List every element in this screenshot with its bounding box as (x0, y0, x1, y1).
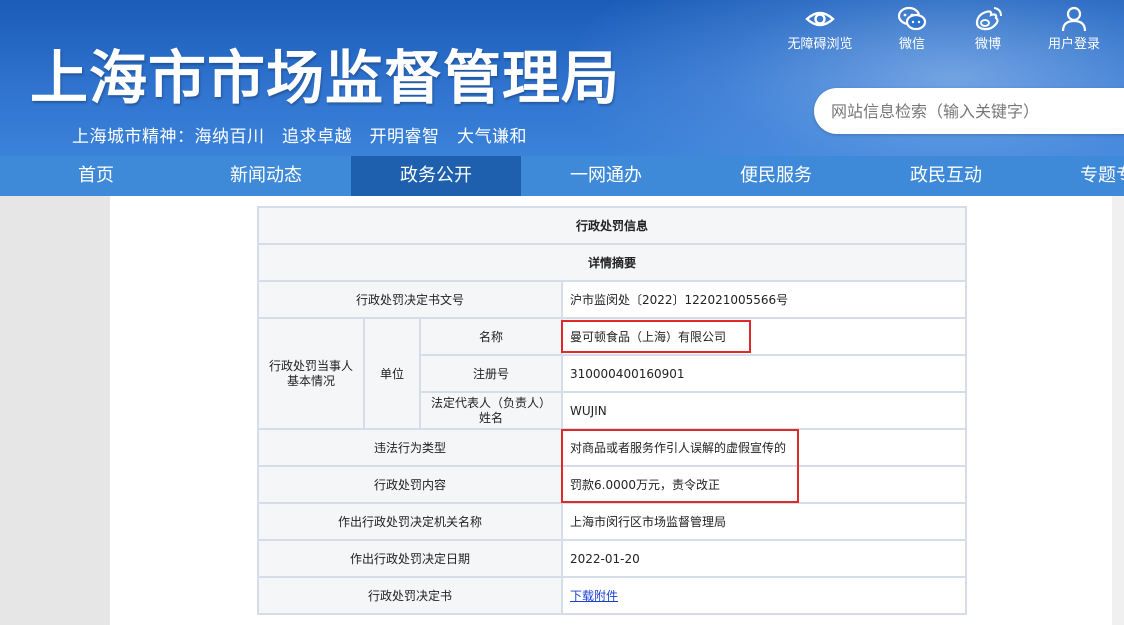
violation-type-label: 违法行为类型 (257, 428, 563, 467)
table-title: 行政处罚信息 (256, 206, 968, 245)
weibo-link[interactable]: 微博 (950, 6, 1026, 52)
user-login-link[interactable]: 用户登录 (1036, 6, 1112, 52)
weibo-icon (975, 7, 1002, 31)
legal-rep-label: 法定代表人（负责人）姓名 (419, 391, 563, 430)
table-row: 行政处罚决定书文号 沪市监闵处〔2022〕122021005566号 (257, 280, 968, 319)
page-scrollbar[interactable] (1112, 196, 1124, 625)
eye-icon (805, 11, 835, 27)
decision-no-value: 沪市监闵处〔2022〕122021005566号 (560, 280, 968, 319)
accessibility-link[interactable]: 无障碍浏览 (782, 6, 858, 52)
search-input[interactable] (814, 88, 1124, 134)
nav-online-services[interactable]: 一网通办 (521, 156, 691, 196)
reg-no-label: 注册号 (419, 354, 563, 393)
wechat-link[interactable]: 微信 (874, 6, 950, 52)
accessibility-label: 无障碍浏览 (787, 37, 853, 52)
decision-date-label: 作出行政处罚决定日期 (257, 539, 563, 578)
nav-government-affairs[interactable]: 政务公开 (351, 156, 521, 196)
download-attachment-link[interactable]: 下载附件 (570, 589, 618, 603)
decision-no-label: 行政处罚决定书文号 (257, 280, 563, 319)
user-icon (1061, 6, 1087, 32)
city-slogan: 上海城市精神：海纳百川 追求卓越 开明睿智 大气谦和 (72, 127, 527, 147)
decision-doc-cell: 下载附件 (560, 576, 968, 615)
nav-home[interactable]: 首页 (11, 156, 181, 196)
name-label: 名称 (419, 317, 563, 356)
unit-label: 单位 (363, 317, 421, 430)
table-subtitle: 详情摘要 (256, 243, 968, 282)
nav-special-topics[interactable]: 专题专栏 (1031, 156, 1124, 196)
highlight-box-violation (561, 429, 799, 503)
site-title[interactable]: 上海市市场监督管理局 (30, 42, 620, 114)
wechat-label: 微信 (898, 37, 925, 52)
nav-public-services[interactable]: 便民服务 (691, 156, 861, 196)
table-row: 作出行政处罚决定日期 2022-01-20 (257, 539, 968, 578)
legal-rep-value: WUJIN (560, 391, 968, 430)
table-row: 作出行政处罚决定机关名称 上海市闵行区市场监督管理局 (257, 502, 968, 541)
site-header: 上海市市场监督管理局 上海城市精神：海纳百川 追求卓越 开明睿智 大气谦和 无障… (0, 0, 1124, 156)
site-search-box (814, 88, 1124, 134)
decision-date-value: 2022-01-20 (560, 539, 968, 578)
penalty-info-table: 行政处罚信息 详情摘要 行政处罚决定书文号 沪市监闵处〔2022〕1220210… (256, 206, 968, 615)
authority-value: 上海市闵行区市场监督管理局 (560, 502, 968, 541)
top-links: 无障碍浏览 微信 微博 用户登录 (780, 6, 1124, 52)
authority-label: 作出行政处罚决定机关名称 (257, 502, 563, 541)
user-login-label: 用户登录 (1047, 37, 1100, 52)
wechat-icon (897, 6, 927, 31)
nav-interaction[interactable]: 政民互动 (861, 156, 1031, 196)
weibo-label: 微博 (974, 37, 1001, 52)
reg-no-value: 310000400160901 (560, 354, 968, 393)
table-row: 行政处罚决定书 下载附件 (257, 576, 968, 615)
party-label: 行政处罚当事人基本情况 (257, 317, 365, 430)
highlight-box-company-name (561, 320, 751, 353)
penalty-content-label: 行政处罚内容 (257, 465, 563, 504)
nav-news[interactable]: 新闻动态 (181, 156, 351, 196)
decision-doc-label: 行政处罚决定书 (257, 576, 563, 615)
main-nav: 首页 新闻动态 政务公开 一网通办 便民服务 政民互动 专题专栏 (0, 156, 1124, 196)
